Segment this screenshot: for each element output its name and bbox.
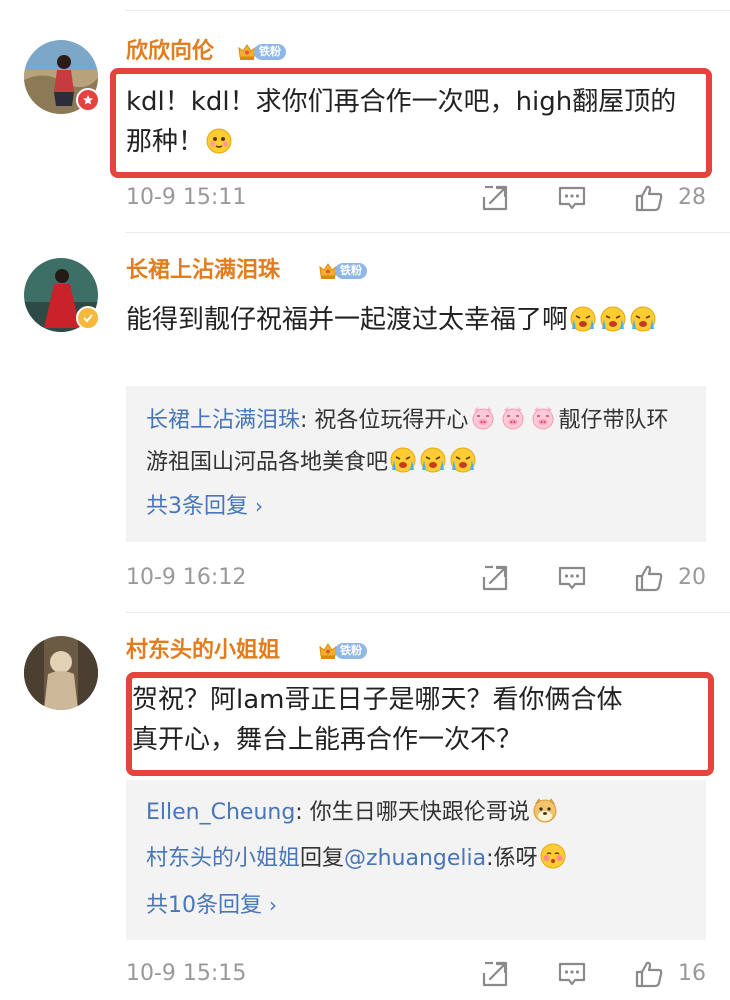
timestamp: 10-9 16:12 <box>126 565 247 590</box>
pig-emoji-icon <box>529 404 557 432</box>
cry-emoji-icon <box>419 446 447 474</box>
fan-badge-label: 铁粉 <box>335 643 367 659</box>
doge-emoji-icon <box>531 796 559 824</box>
comment-icon[interactable] <box>557 183 587 213</box>
like-icon[interactable] <box>634 959 664 989</box>
chevron-right-icon: › <box>269 893 277 917</box>
fan-badge[interactable]: 铁粉 <box>318 261 367 281</box>
divider <box>126 232 730 233</box>
pig-emoji-icon <box>469 404 497 432</box>
cry-emoji-icon <box>569 305 597 333</box>
pig-emoji-icon <box>499 404 527 432</box>
username[interactable]: 欣欣向伦 <box>126 37 214 67</box>
avatar[interactable] <box>24 636 98 710</box>
reply-preview[interactable]: Ellen_Cheung: 你生日哪天快跟伦哥说 村东头的小姐姐回复@zhuan… <box>126 780 706 940</box>
comment-icon[interactable] <box>557 959 587 989</box>
reply-text: 你生日哪天快跟伦哥说 <box>309 800 530 825</box>
cry-emoji-icon <box>389 446 417 474</box>
comment-meta: 10-9 16:12 20 <box>126 558 706 598</box>
divider <box>126 10 730 11</box>
cry-emoji-icon <box>599 305 627 333</box>
like-count: 20 <box>678 565 706 590</box>
reply-text: :係呀 <box>486 846 538 871</box>
divider <box>126 612 730 613</box>
reply-text: 祝各位玩得开心 <box>314 408 469 433</box>
like-count: 28 <box>678 185 706 210</box>
comment-meta: 10-9 15:11 28 <box>126 178 706 218</box>
username[interactable]: 村东头的小姐姐 <box>126 636 280 666</box>
verified-badge-icon <box>76 306 100 330</box>
reply-author[interactable]: 村东头的小姐姐 <box>146 846 300 871</box>
cry-emoji-icon <box>629 305 657 333</box>
mention-link[interactable]: @zhuangelia <box>344 846 486 871</box>
fan-badge[interactable]: 铁粉 <box>318 641 367 661</box>
chevron-right-icon: › <box>255 494 263 518</box>
cry-emoji-icon <box>449 446 477 474</box>
username[interactable]: 长裙上沾满泪珠 <box>126 256 280 286</box>
more-replies-link[interactable]: 共10条回复 › <box>146 884 686 926</box>
like-count: 16 <box>678 961 706 986</box>
timestamp: 10-9 15:15 <box>126 961 247 986</box>
comment-icon[interactable] <box>557 563 587 593</box>
shy-emoji-icon <box>539 842 567 870</box>
comment-text: 能得到靓仔祝福并一起渡过太幸福了啊 <box>126 300 706 340</box>
highlight-box <box>110 68 712 178</box>
highlight-box <box>126 672 714 776</box>
verified-badge-icon <box>76 88 100 112</box>
share-icon[interactable] <box>480 183 510 213</box>
share-icon[interactable] <box>480 959 510 989</box>
comment-meta: 10-9 15:15 16 <box>126 954 706 994</box>
share-icon[interactable] <box>480 563 510 593</box>
reply-author[interactable]: Ellen_Cheung <box>146 800 295 825</box>
more-replies-link[interactable]: 共3条回复 › <box>146 488 263 525</box>
timestamp: 10-9 15:11 <box>126 185 247 210</box>
fan-badge[interactable]: 铁粉 <box>237 42 286 62</box>
like-icon[interactable] <box>634 183 664 213</box>
like-icon[interactable] <box>634 563 664 593</box>
fan-badge-label: 铁粉 <box>254 44 286 60</box>
fan-badge-label: 铁粉 <box>335 263 367 279</box>
reply-author[interactable]: 长裙上沾满泪珠 <box>146 408 300 433</box>
